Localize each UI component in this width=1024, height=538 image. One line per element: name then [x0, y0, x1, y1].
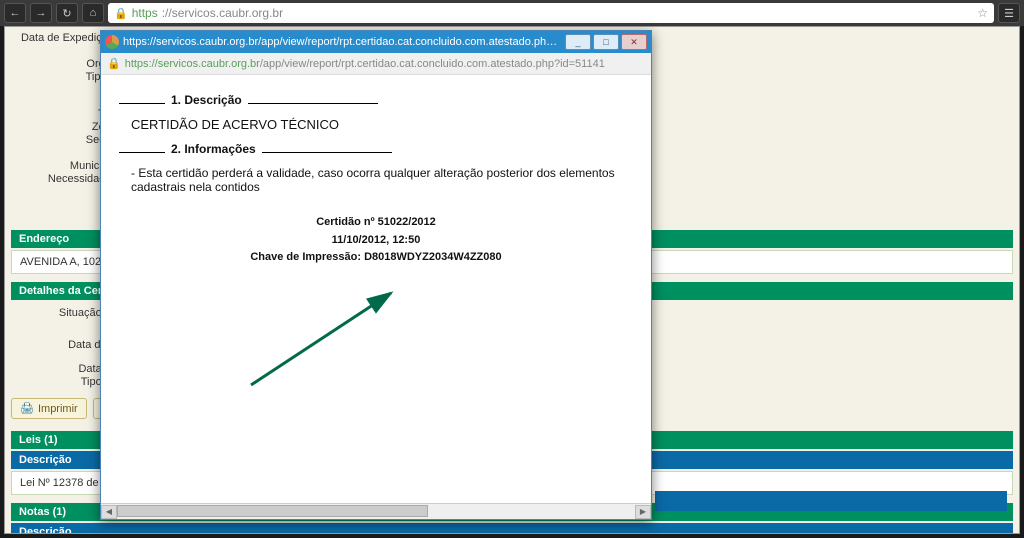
- chrome-icon: [105, 35, 119, 49]
- lock-icon: 🔒: [114, 7, 128, 20]
- scroll-track[interactable]: [117, 505, 635, 519]
- certificate-body-text: - Esta certidão perderá a validade, caso…: [131, 166, 633, 194]
- url-secure-part: https: [132, 6, 158, 20]
- browser-toolbar: ← → ↻ ⌂ 🔒 https ://servicos.caubr.org.br …: [0, 0, 1024, 26]
- certificate-footer: Certidão nº 51022/2012 11/10/2012, 12:50…: [119, 214, 633, 267]
- annotation-arrow: [241, 285, 411, 395]
- back-button[interactable]: ←: [4, 3, 26, 23]
- popup-url-path: /app/view/report/rpt.certidao.cat.conclu…: [260, 58, 605, 70]
- popup-body: 1. Descrição CERTIDÃO DE ACERVO TÉCNICO …: [101, 75, 651, 503]
- popup-address-bar[interactable]: 🔒 https://servicos.caubr.org.br/app/view…: [101, 53, 651, 75]
- right-blue-bar-1: [655, 491, 1007, 511]
- popup-title: https://servicos.caubr.org.br/app/view/r…: [123, 36, 563, 48]
- scroll-right-button[interactable]: ▶: [635, 505, 651, 519]
- footer-print-key: Chave de Impressão: D8018WDYZ2034W4ZZ080: [119, 249, 633, 267]
- bookmark-star-icon[interactable]: ☆: [977, 6, 988, 20]
- footer-datetime: 11/10/2012, 12:50: [119, 232, 633, 250]
- minimize-button[interactable]: _: [565, 34, 591, 50]
- home-button[interactable]: ⌂: [82, 3, 104, 23]
- certificate-title: CERTIDÃO DE ACERVO TÉCNICO: [131, 117, 633, 132]
- url-rest: ://servicos.caubr.org.br: [162, 6, 283, 20]
- footer-cert-no: Certidão nº 51022/2012: [119, 214, 633, 232]
- imprimir-label: Imprimir: [38, 403, 78, 415]
- popup-lock-icon: 🔒: [107, 57, 121, 70]
- print-icon: 🖨: [20, 402, 34, 415]
- section-2-label: 2. Informações: [171, 142, 256, 156]
- maximize-button[interactable]: □: [593, 34, 619, 50]
- scroll-thumb[interactable]: [117, 505, 428, 517]
- reload-button[interactable]: ↻: [56, 3, 78, 23]
- close-button[interactable]: ✕: [621, 34, 647, 50]
- section-1-label: 1. Descrição: [171, 93, 242, 107]
- popup-url-host: ://servicos.caubr.org.br: [149, 58, 260, 70]
- section-1-heading: 1. Descrição: [119, 93, 633, 107]
- popup-url-secure: https: [125, 58, 149, 70]
- popup-titlebar[interactable]: https://servicos.caubr.org.br/app/view/r…: [101, 31, 651, 53]
- notas-descricao-header: Descrição: [11, 523, 1013, 534]
- menu-button[interactable]: ☰: [998, 3, 1020, 23]
- popup-horizontal-scrollbar[interactable]: ◀ ▶: [101, 503, 651, 519]
- address-bar[interactable]: 🔒 https ://servicos.caubr.org.br ☆: [108, 3, 994, 23]
- imprimir-button[interactable]: 🖨 Imprimir: [11, 398, 87, 419]
- section-2-heading: 2. Informações: [119, 142, 633, 156]
- popup-window: https://servicos.caubr.org.br/app/view/r…: [100, 30, 652, 520]
- scroll-left-button[interactable]: ◀: [101, 505, 117, 519]
- forward-button[interactable]: →: [30, 3, 52, 23]
